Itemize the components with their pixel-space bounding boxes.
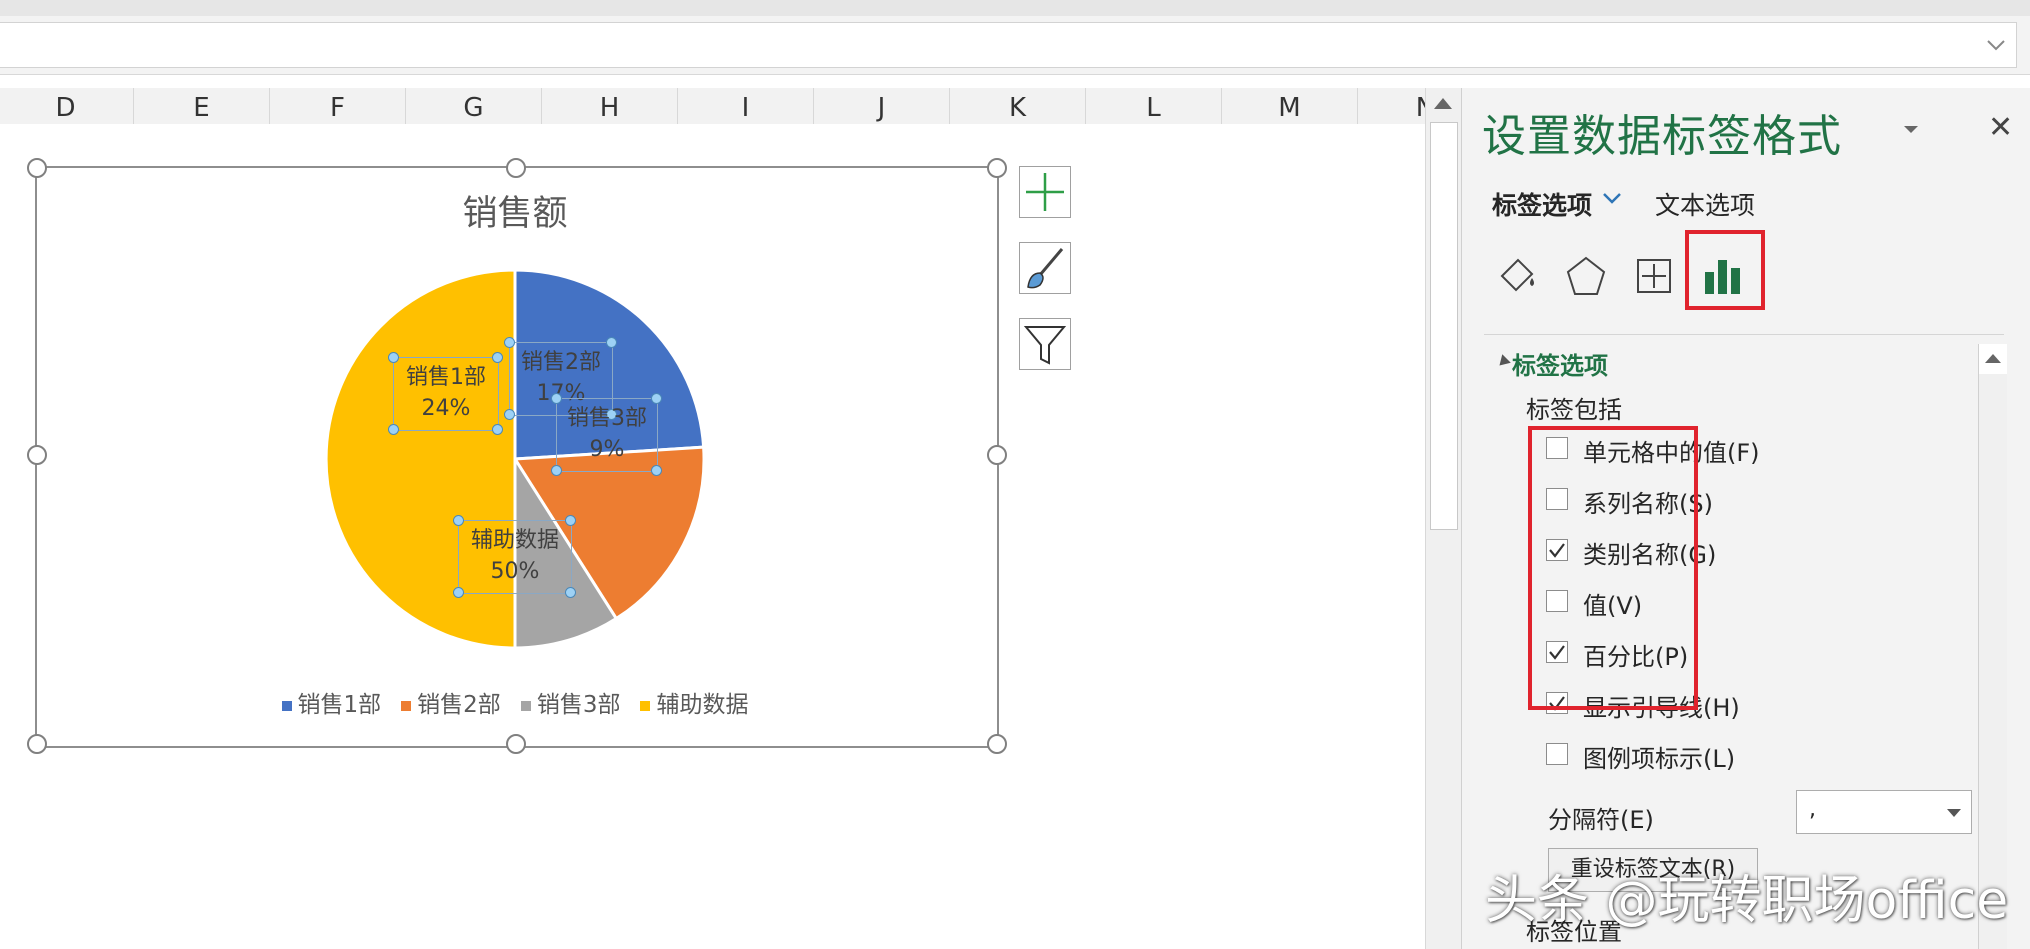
label-handle[interactable] bbox=[492, 352, 503, 363]
chart-styles-button[interactable] bbox=[1019, 242, 1071, 294]
tab-label-options[interactable]: 标签选项 bbox=[1492, 186, 1592, 222]
label-handle[interactable] bbox=[492, 424, 503, 435]
legend-item[interactable]: 销售3部 bbox=[520, 685, 621, 719]
divider bbox=[1484, 334, 2004, 335]
label-handle[interactable] bbox=[453, 515, 464, 526]
chevron-down-icon[interactable] bbox=[1602, 188, 1622, 208]
filter-icon bbox=[1023, 326, 1067, 365]
label-handle[interactable] bbox=[606, 337, 617, 348]
legend-item[interactable]: 销售1部 bbox=[281, 685, 382, 719]
legend-item[interactable]: 辅助数据 bbox=[640, 685, 748, 719]
collapse-triangle-icon[interactable] bbox=[1495, 354, 1511, 370]
data-label-percent: 50% bbox=[490, 559, 540, 584]
data-label[interactable]: 销售3部 9% bbox=[556, 398, 658, 472]
fill-bucket-icon[interactable] bbox=[1492, 250, 1544, 302]
highlight-box bbox=[1528, 426, 1698, 710]
label-handle[interactable] bbox=[504, 337, 515, 348]
legend-swatch bbox=[401, 700, 412, 711]
separator-dropdown[interactable]: , bbox=[1796, 790, 1972, 834]
chart-filters-button[interactable] bbox=[1019, 318, 1071, 370]
section-header[interactable]: 标签选项 bbox=[1512, 346, 1608, 381]
watermark: 头条 @玩转职场office bbox=[1485, 871, 2009, 931]
data-label-percent: 24% bbox=[421, 396, 471, 421]
pane-title: 设置数据标签格式 bbox=[1482, 111, 1842, 162]
label-handle[interactable] bbox=[453, 587, 464, 598]
data-label[interactable]: 销售1部 24% bbox=[393, 357, 499, 431]
chevron-down-icon bbox=[1947, 809, 1961, 817]
pane-menu-caret-icon[interactable] bbox=[1904, 126, 1918, 133]
checkbox-label[interactable]: 图例项标示(L) bbox=[1583, 739, 1735, 774]
label-contains-heading: 标签包括 bbox=[1526, 396, 1622, 424]
label-handle[interactable] bbox=[565, 587, 576, 598]
label-handle[interactable] bbox=[651, 465, 662, 476]
highlight-box bbox=[1685, 230, 1765, 310]
legend-swatch bbox=[640, 700, 651, 711]
chart-legend[interactable]: 销售1部 销售2部 销售3部 辅助数据 bbox=[35, 685, 995, 719]
pentagon-effects-icon[interactable] bbox=[1560, 250, 1612, 302]
data-label-category: 销售1部 bbox=[406, 365, 486, 390]
label-handle[interactable] bbox=[551, 465, 562, 476]
separator-value: , bbox=[1809, 797, 1816, 822]
label-handle[interactable] bbox=[651, 393, 662, 404]
data-label-category: 销售2部 bbox=[521, 350, 601, 375]
data-label-category: 辅助数据 bbox=[470, 528, 559, 553]
checkbox[interactable] bbox=[1546, 743, 1568, 765]
plus-icon bbox=[1026, 173, 1064, 211]
label-handle[interactable] bbox=[565, 515, 576, 526]
format-data-labels-pane: 设置数据标签格式 ✕ 标签选项 文本选项 标签选项 标签包括 单元格中的值(F)… bbox=[1461, 88, 2030, 949]
tab-text-options[interactable]: 文本选项 bbox=[1655, 186, 1755, 222]
legend-label: 销售1部 bbox=[297, 692, 382, 718]
label-handle[interactable] bbox=[388, 424, 399, 435]
brush-icon bbox=[1027, 248, 1064, 289]
legend-item[interactable]: 销售2部 bbox=[401, 685, 501, 719]
data-label-category: 销售3部 bbox=[567, 406, 647, 431]
data-label-percent: 9% bbox=[589, 437, 625, 462]
chart-elements-button[interactable] bbox=[1019, 166, 1071, 218]
legend-label: 销售2部 bbox=[417, 692, 501, 718]
close-icon[interactable]: ✕ bbox=[1988, 110, 2013, 145]
label-handle[interactable] bbox=[504, 409, 515, 420]
scroll-up-arrow-icon[interactable] bbox=[1985, 354, 2001, 363]
size-properties-icon[interactable] bbox=[1628, 250, 1680, 302]
legend-label: 辅助数据 bbox=[656, 692, 749, 718]
legend-swatch bbox=[520, 700, 531, 711]
legend-swatch bbox=[281, 700, 292, 711]
legend-label: 销售3部 bbox=[536, 692, 621, 718]
data-label[interactable]: 辅助数据 50% bbox=[458, 520, 572, 594]
label-handle[interactable] bbox=[551, 393, 562, 404]
label-handle[interactable] bbox=[388, 352, 399, 363]
separator-label: 分隔符(E) bbox=[1548, 806, 1654, 834]
